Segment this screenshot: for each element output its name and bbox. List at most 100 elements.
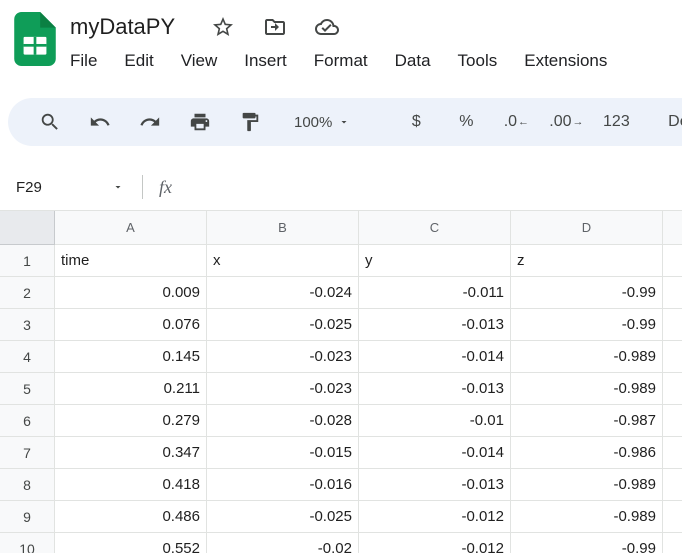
cell-D10[interactable]: -0.99 [511, 533, 663, 553]
cell-C3[interactable]: -0.013 [359, 309, 511, 341]
cell-A5[interactable]: 0.211 [55, 373, 207, 405]
print-button[interactable] [182, 104, 218, 140]
cell-E4[interactable] [663, 341, 682, 373]
cell-C6[interactable]: -0.01 [359, 405, 511, 437]
cell-E8[interactable] [663, 469, 682, 501]
cell-A3[interactable]: 0.076 [55, 309, 207, 341]
cell-C2[interactable]: -0.011 [359, 277, 511, 309]
cell-A7[interactable]: 0.347 [55, 437, 207, 469]
cell-A6[interactable]: 0.279 [55, 405, 207, 437]
cell-E5[interactable] [663, 373, 682, 405]
cell-E10[interactable] [663, 533, 682, 553]
redo-button[interactable] [132, 104, 168, 140]
format-percent-button[interactable]: % [448, 104, 484, 140]
column-header-a[interactable]: A [55, 211, 207, 245]
cell-A4[interactable]: 0.145 [55, 341, 207, 373]
cell-D6[interactable]: -0.987 [511, 405, 663, 437]
row-header-9[interactable]: 9 [0, 501, 55, 533]
search-icon [39, 111, 61, 133]
select-all-corner[interactable] [0, 211, 55, 245]
cell-A9[interactable]: 0.486 [55, 501, 207, 533]
cell-D7[interactable]: -0.986 [511, 437, 663, 469]
undo-button[interactable] [82, 104, 118, 140]
menu-file[interactable]: File [70, 51, 97, 71]
cell-E1[interactable] [663, 245, 682, 277]
menu-data[interactable]: Data [395, 51, 431, 71]
document-title[interactable]: myDataPY [70, 14, 175, 40]
cloud-status-icon[interactable] [315, 15, 339, 39]
search-button[interactable] [32, 104, 68, 140]
menu-format[interactable]: Format [314, 51, 368, 71]
row-header-10[interactable]: 10 [0, 533, 55, 553]
row-header-2[interactable]: 2 [0, 277, 55, 309]
topbar: myDataPY File Edit View Insert Format Data Too… [0, 0, 682, 94]
paint-format-icon [239, 111, 261, 133]
cell-E2[interactable] [663, 277, 682, 309]
cell-D9[interactable]: -0.989 [511, 501, 663, 533]
cell-A8[interactable]: 0.418 [55, 469, 207, 501]
cell-C5[interactable]: -0.013 [359, 373, 511, 405]
cell-C7[interactable]: -0.014 [359, 437, 511, 469]
cell-B1[interactable]: x [207, 245, 359, 277]
column-header-c[interactable]: C [359, 211, 511, 245]
number-format-button[interactable]: 123 [598, 104, 634, 140]
row-header-6[interactable]: 6 [0, 405, 55, 437]
cell-B10[interactable]: -0.02 [207, 533, 359, 553]
print-icon [189, 111, 211, 133]
cell-D3[interactable]: -0.99 [511, 309, 663, 341]
cell-C9[interactable]: -0.012 [359, 501, 511, 533]
row-header-7[interactable]: 7 [0, 437, 55, 469]
cell-D2[interactable]: -0.99 [511, 277, 663, 309]
column-header-d[interactable]: D [511, 211, 663, 245]
row-header-5[interactable]: 5 [0, 373, 55, 405]
cell-E9[interactable] [663, 501, 682, 533]
menu-edit[interactable]: Edit [124, 51, 153, 71]
cell-C8[interactable]: -0.013 [359, 469, 511, 501]
cell-C10[interactable]: -0.012 [359, 533, 511, 553]
cell-B4[interactable]: -0.023 [207, 341, 359, 373]
column-header-b[interactable]: B [207, 211, 359, 245]
cell-C4[interactable]: -0.014 [359, 341, 511, 373]
move-to-folder-icon[interactable] [263, 15, 287, 39]
cell-E3[interactable] [663, 309, 682, 341]
cell-D8[interactable]: -0.989 [511, 469, 663, 501]
paint-format-button[interactable] [232, 104, 268, 140]
cell-C1[interactable]: y [359, 245, 511, 277]
menu-view[interactable]: View [181, 51, 218, 71]
cell-B6[interactable]: -0.028 [207, 405, 359, 437]
menu-extensions[interactable]: Extensions [524, 51, 607, 71]
decrease-decimal-button[interactable]: .0← [498, 104, 534, 140]
row-header-8[interactable]: 8 [0, 469, 55, 501]
menu-insert[interactable]: Insert [244, 51, 287, 71]
menu-tools[interactable]: Tools [458, 51, 498, 71]
increase-decimal-button[interactable]: .00→ [548, 104, 584, 140]
row-header-1[interactable]: 1 [0, 245, 55, 277]
redo-icon [139, 111, 161, 133]
star-icon[interactable] [211, 15, 235, 39]
cell-A10[interactable]: 0.552 [55, 533, 207, 553]
cell-D5[interactable]: -0.989 [511, 373, 663, 405]
cell-E6[interactable] [663, 405, 682, 437]
row-header-4[interactable]: 4 [0, 341, 55, 373]
cell-A1[interactable]: time [55, 245, 207, 277]
cell-A2[interactable]: 0.009 [55, 277, 207, 309]
cell-B7[interactable]: -0.015 [207, 437, 359, 469]
cell-B8[interactable]: -0.016 [207, 469, 359, 501]
sheets-logo[interactable] [14, 12, 56, 66]
active-cell-reference: F29 [16, 179, 42, 196]
zoom-value: 100% [294, 114, 332, 131]
cell-E7[interactable] [663, 437, 682, 469]
zoom-selector[interactable]: 100% [286, 104, 358, 140]
cell-B9[interactable]: -0.025 [207, 501, 359, 533]
cell-D4[interactable]: -0.989 [511, 341, 663, 373]
column-header-e[interactable]: E [663, 211, 682, 245]
cell-B3[interactable]: -0.025 [207, 309, 359, 341]
font-name: De [668, 113, 682, 131]
font-selector[interactable]: De [660, 104, 682, 140]
cell-D1[interactable]: z [511, 245, 663, 277]
cell-B2[interactable]: -0.024 [207, 277, 359, 309]
name-box[interactable]: F29 [10, 172, 132, 202]
row-header-3[interactable]: 3 [0, 309, 55, 341]
format-currency-button[interactable]: $ [398, 104, 434, 140]
cell-B5[interactable]: -0.023 [207, 373, 359, 405]
